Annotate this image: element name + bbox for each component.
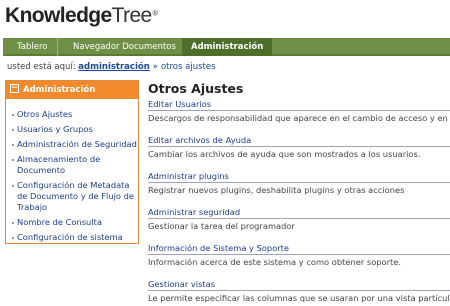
settings-item-description: Cambiar los archivos de ayuda que son mo…	[148, 149, 421, 159]
settings-item-link[interactable]: Administrar seguridad	[148, 207, 450, 219]
main-navigation: Tablero Navegador Documentos Administrac…	[0, 38, 450, 56]
logo-knowledge-text: Knowledge	[5, 4, 112, 27]
sidebar-item-administracion-seguridad[interactable]: Administración de Seguridad	[12, 139, 138, 150]
tab-navegador-documentos[interactable]: Navegador Documentos	[64, 38, 186, 56]
breadcrumb: usted está aquí: administración» otros aj…	[7, 62, 216, 72]
settings-item-description: Descargos de responsabilidad que aparece…	[148, 113, 450, 123]
settings-item-link[interactable]: Información de Sistema y Soporte	[148, 243, 450, 255]
sidebar-header[interactable]: − Administración	[6, 81, 138, 99]
sidebar-item-nombre-consulta[interactable]: Nombre de Consulta	[12, 217, 138, 228]
breadcrumb-separator: »	[152, 62, 158, 72]
settings-item-description: Información acerca de este sistema y com…	[148, 257, 402, 267]
settings-item-description: Gestionar la tarea del programador	[148, 221, 295, 231]
settings-item: Información de Sistema y Soporte Informa…	[148, 243, 450, 279]
settings-item-link[interactable]: Administrar plugins	[148, 171, 450, 183]
breadcrumb-otros-ajustes[interactable]: otros ajustes	[161, 62, 216, 72]
sidebar-item-almacenamiento-documento[interactable]: Almacenamiento de Documento	[12, 154, 138, 176]
sidebar-item-configuracion-metadata[interactable]: Configuración de Metadata de Documento y…	[12, 180, 138, 213]
settings-item-link[interactable]: Editar archivos de Ayuda	[148, 135, 450, 147]
tab-administracion[interactable]: Administración	[182, 38, 273, 56]
settings-item: Gestionar vistas Le permite especificar …	[148, 279, 450, 306]
sidebar: − Administración Otros Ajustes Usuarios y…	[5, 80, 139, 244]
settings-item-link[interactable]: Gestionar vistas	[148, 279, 450, 291]
settings-item-link[interactable]: Editar Usuarios	[148, 99, 450, 111]
knowledgetree-logo: KnowledgeTree®	[5, 4, 159, 30]
tab-tablero[interactable]: Tablero	[8, 38, 58, 56]
sidebar-item-usuarios-grupos[interactable]: Usuarios y Grupos	[12, 124, 138, 135]
breadcrumb-prefix: usted está aquí:	[7, 62, 76, 72]
main-content: Otros Ajustes Editar Usuarios Descargos …	[148, 80, 450, 306]
logo-tree-text: Tree	[111, 4, 153, 27]
sidebar-item-otros-ajustes[interactable]: Otros Ajustes	[12, 109, 138, 120]
registered-mark: ®	[151, 9, 159, 18]
sidebar-menu: Otros Ajustes Usuarios y Grupos Administ…	[6, 99, 138, 243]
sidebar-title: Administración	[23, 85, 96, 95]
collapse-icon[interactable]: −	[10, 84, 19, 93]
settings-item: Editar archivos de Ayuda Cambiar los arc…	[148, 135, 450, 171]
settings-item-description: Le permite especificar las columnas que …	[148, 293, 450, 303]
settings-item: Editar Usuarios Descargos de responsabil…	[148, 99, 450, 135]
breadcrumb-administracion[interactable]: administración	[78, 62, 149, 72]
nav-left-cap	[0, 38, 3, 56]
settings-item: Administrar plugins Registrar nuevos plu…	[148, 171, 450, 207]
sidebar-item-configuracion-sistema[interactable]: Configuración de sistema	[12, 232, 138, 243]
page-title: Otros Ajustes	[148, 81, 244, 96]
settings-item: Administrar seguridad Gestionar la tarea…	[148, 207, 450, 243]
settings-item-description: Registrar nuevos plugins, deshabilita pl…	[148, 185, 405, 195]
